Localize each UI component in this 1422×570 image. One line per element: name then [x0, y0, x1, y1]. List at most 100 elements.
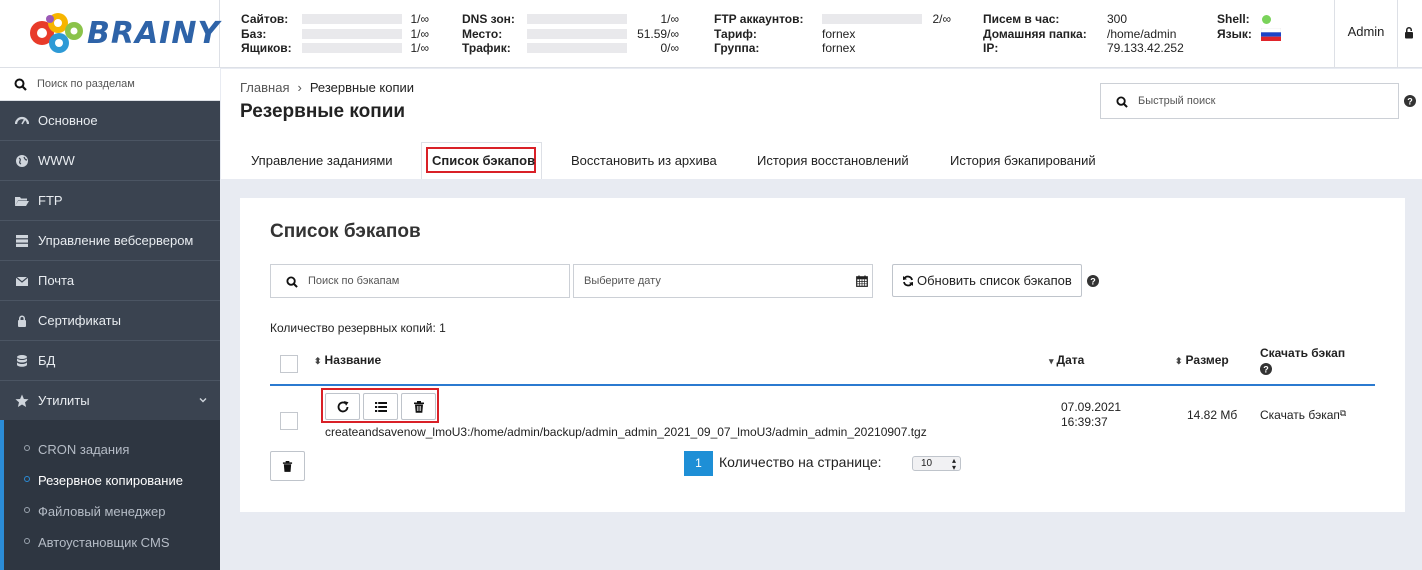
svg-text:?: ?	[1263, 364, 1269, 374]
language-flag[interactable]	[1261, 27, 1281, 42]
sidebar-item-certificates[interactable]: Сертификаты	[0, 301, 220, 341]
download-label: Скачать бэкап	[1260, 408, 1340, 422]
backup-date-day: 07.09.2021	[1061, 400, 1122, 414]
bullet-icon	[24, 476, 30, 482]
stat-value: 1/∞	[410, 26, 429, 41]
stat-value: 1/∞	[660, 12, 679, 26]
backups-card: Список бэкапов Поиск по бэкапам Выберите…	[240, 198, 1405, 512]
user-name: Admin	[1347, 24, 1385, 39]
column-label: Скачать бэкап	[1260, 346, 1346, 360]
server-icon	[16, 235, 28, 247]
download-backup-link[interactable]: Скачать бэкап⧉	[1260, 408, 1346, 422]
search-icon	[286, 276, 298, 288]
sidebar-search[interactable]: Поиск по разделам	[0, 68, 220, 101]
per-page-select[interactable]: 10 ▴ ▾	[912, 456, 961, 472]
column-date[interactable]: ▾ Дата	[1049, 353, 1084, 367]
tab-restore-history[interactable]: История восстановлений	[757, 153, 909, 168]
sidebar-item-label: Основное	[38, 113, 98, 128]
bulk-delete-button[interactable]	[270, 451, 305, 481]
help-icon[interactable]: ?	[1087, 275, 1099, 287]
stats-dns: DNS зон: 1/∞ Место: 51.59/∞ Трафик: 0/∞	[462, 12, 682, 56]
column-label: Размер	[1185, 353, 1229, 367]
shell-label: Shell:	[1217, 12, 1250, 26]
sidebar-item-label: Сертификаты	[38, 313, 121, 328]
sidebar-item-www[interactable]: WWW	[0, 141, 220, 181]
stat-value: 79.133.42.252	[1107, 41, 1184, 55]
breadcrumb-home[interactable]: Главная	[240, 80, 289, 95]
tabs-bar: Управление заданиями Список бэкапов Восс…	[221, 142, 1422, 179]
refresh-backups-button[interactable]: Обновить список бэкапов	[892, 264, 1082, 297]
sidebar-item-utilities[interactable]: Утилиты	[0, 381, 220, 421]
row-checkbox[interactable]	[280, 412, 298, 430]
submenu-item-cron[interactable]: CRON задания	[4, 434, 220, 465]
column-label: Дата	[1056, 353, 1085, 367]
stat-bar	[302, 43, 402, 53]
delete-backup-button[interactable]	[401, 393, 436, 420]
utilities-submenu: CRON задания Резервное копирование Файло…	[0, 420, 220, 570]
folder-open-icon	[15, 197, 29, 206]
tab-backup-history[interactable]: История бэкапирований	[950, 153, 1096, 168]
submenu-item-label: Автоустановщик CMS	[38, 535, 170, 550]
pagination-page-1[interactable]: 1	[684, 451, 713, 476]
stat-label: Трафик:	[462, 41, 511, 55]
envelope-icon	[15, 276, 29, 286]
card-title: Список бэкапов	[270, 221, 421, 242]
stat-label: Ящиков:	[241, 41, 292, 55]
stat-value: 2/∞	[932, 12, 951, 26]
sidebar-item-ftp[interactable]: FTP	[0, 181, 220, 221]
sidebar-item-webserver[interactable]: Управление вебсервером	[0, 221, 220, 261]
stat-label: Сайтов:	[241, 12, 289, 26]
backup-search-input[interactable]: Поиск по бэкапам	[270, 264, 570, 298]
tab-backup-list[interactable]: Список бэкапов	[432, 153, 535, 168]
restore-backup-button[interactable]	[325, 393, 360, 420]
sidebar-item-label: БД	[38, 353, 56, 368]
backup-contents-button[interactable]	[363, 393, 398, 420]
help-icon[interactable]: ?	[1260, 363, 1272, 375]
brand-logo[interactable]: BRAINY	[0, 0, 220, 68]
svg-text:?: ?	[1090, 276, 1096, 286]
breadcrumb: Главная › Резервные копии	[240, 80, 414, 95]
refresh-label: Обновить список бэкапов	[917, 273, 1072, 288]
column-name[interactable]: ⬍ Название	[314, 353, 381, 367]
submenu-item-cms-installer[interactable]: Автоустановщик CMS	[4, 527, 220, 558]
search-icon	[14, 78, 27, 91]
trash-icon	[282, 461, 293, 472]
backup-date-time: 16:39:37	[1061, 414, 1108, 429]
tab-restore-from-archive[interactable]: Восстановить из архива	[571, 153, 717, 168]
per-page-label: Количество на странице:	[719, 454, 882, 470]
sidebar-item-db[interactable]: БД	[0, 341, 220, 381]
submenu-item-backup[interactable]: Резервное копирование	[4, 465, 220, 496]
backup-date: 07.09.2021 16:39:37	[1061, 400, 1121, 429]
select-arrows-icon: ▴ ▾	[951, 456, 956, 472]
bullet-icon	[24, 507, 30, 513]
logout-lock-icon[interactable]	[1404, 26, 1414, 39]
user-menu[interactable]: Admin	[1334, 0, 1398, 68]
globe-icon	[16, 155, 28, 167]
sidebar-item-mail[interactable]: Почта	[0, 261, 220, 301]
lock-icon	[18, 315, 26, 327]
select-all-checkbox[interactable]	[280, 355, 298, 373]
lang-label: Язык:	[1217, 26, 1252, 41]
quick-search-input[interactable]: Быстрый поиск	[1100, 83, 1399, 119]
stat-value: fornex	[822, 41, 856, 55]
page-title: Резервные копии	[240, 101, 406, 122]
submenu-item-file-manager[interactable]: Файловый менеджер	[4, 496, 220, 527]
shell-status-icon	[1262, 13, 1271, 28]
tab-job-management[interactable]: Управление заданиями	[251, 153, 393, 168]
submenu-item-label: Файловый менеджер	[38, 504, 166, 519]
stat-label: Писем в час:	[983, 12, 1060, 26]
help-icon[interactable]: ?	[1404, 95, 1416, 107]
stat-bar	[302, 28, 402, 39]
breadcrumb-separator-icon: ›	[297, 80, 302, 95]
sidebar-search-placeholder: Поиск по разделам	[37, 78, 135, 90]
stat-label: Группа:	[714, 41, 760, 55]
sort-icon: ⬍	[1175, 356, 1183, 366]
top-header: BRAINY Сайтов: 1/∞ Баз: 1/∞ Ящиков: 1/∞ DNS…	[0, 0, 1422, 68]
date-picker-input[interactable]: Выберите дату	[573, 264, 873, 298]
stat-value: 0/∞	[660, 41, 679, 55]
stat-value: 300	[1107, 12, 1128, 26]
sort-desc-icon: ▾	[1049, 356, 1054, 366]
column-size[interactable]: ⬍ Размер	[1175, 353, 1229, 367]
stat-bar	[302, 14, 402, 24]
sidebar-item-main[interactable]: Основное	[0, 101, 220, 141]
